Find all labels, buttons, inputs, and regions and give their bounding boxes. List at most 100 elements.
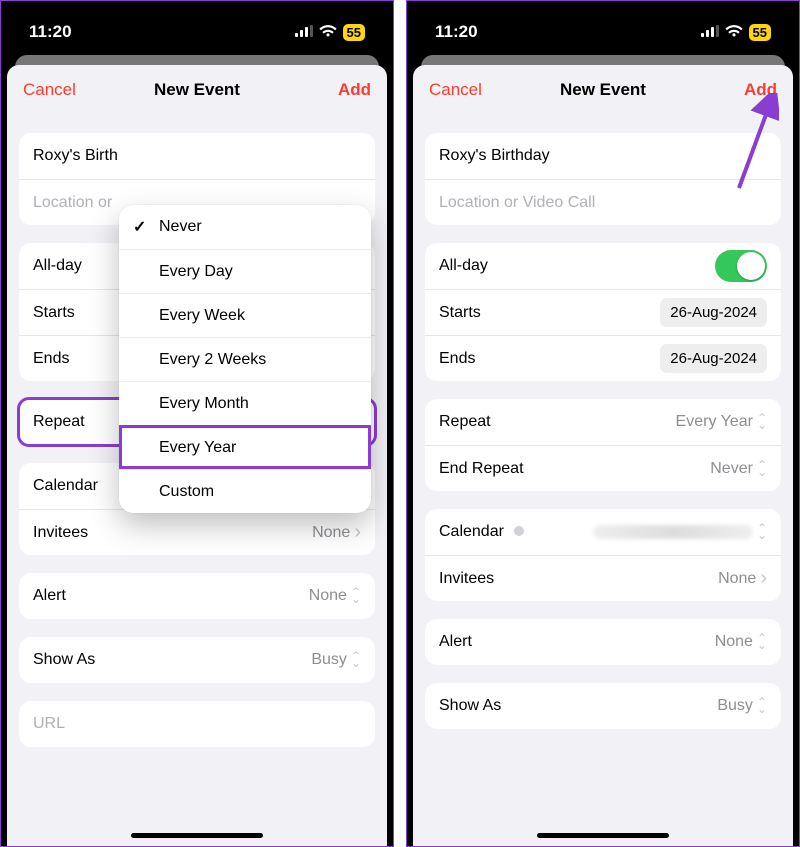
calendar-value: ⌃⌄ xyxy=(593,525,767,539)
event-title-text: Roxy's Birthday xyxy=(439,147,550,165)
updown-icon: ⌃⌄ xyxy=(351,589,361,603)
repeat-label: Repeat xyxy=(439,413,491,431)
repeat-option-every-week[interactable]: Every Week xyxy=(119,293,371,337)
battery-indicator: 55 xyxy=(343,24,365,41)
home-indicator[interactable] xyxy=(537,833,669,838)
event-title-field[interactable]: Roxy's Birth xyxy=(19,133,375,179)
ends-label: Ends xyxy=(439,350,475,368)
showas-group: Show As Busy ⌃⌄ xyxy=(425,683,781,729)
repeat-option-every-day[interactable]: Every Day xyxy=(119,249,371,293)
end-repeat-label: End Repeat xyxy=(439,460,524,478)
add-button[interactable]: Add xyxy=(338,80,371,100)
invitees-label: Invitees xyxy=(439,570,494,588)
starts-label: Starts xyxy=(33,304,75,322)
location-placeholder: Location or xyxy=(33,194,112,212)
status-time: 11:20 xyxy=(29,22,72,42)
status-indicators: 55 xyxy=(701,22,771,42)
signal-icon xyxy=(295,22,313,42)
event-title-text: Roxy's Birth xyxy=(33,147,118,165)
repeat-group: Repeat Every Year ⌃⌄ End Repeat Never ⌃⌄ xyxy=(425,399,781,491)
alert-value: None ⌃⌄ xyxy=(715,633,767,651)
ends-label: Ends xyxy=(33,350,69,368)
alert-value: None ⌃⌄ xyxy=(309,587,361,605)
alert-label: Alert xyxy=(439,633,472,651)
end-repeat-row[interactable]: End Repeat Never ⌃⌄ xyxy=(425,445,781,491)
alert-row[interactable]: Alert None ⌃⌄ xyxy=(19,573,375,619)
updown-icon: ⌃⌄ xyxy=(757,462,767,476)
invitees-row[interactable]: Invitees None › xyxy=(19,509,375,555)
url-placeholder: URL xyxy=(33,715,65,733)
title-location-group: Roxy's Birthday Location or Video Call xyxy=(425,133,781,225)
alert-label: Alert xyxy=(33,587,66,605)
invitees-label: Invitees xyxy=(33,524,88,542)
nav-bar: Cancel New Event Add xyxy=(7,65,387,115)
showas-label: Show As xyxy=(33,651,95,669)
starts-row[interactable]: Starts 26-Aug-2024 xyxy=(425,289,781,335)
signal-icon xyxy=(701,22,719,42)
showas-row[interactable]: Show As Busy ⌃⌄ xyxy=(19,637,375,683)
calendar-row[interactable]: Calendar ⌃⌄ xyxy=(425,509,781,555)
showas-row[interactable]: Show As Busy ⌃⌄ xyxy=(425,683,781,729)
home-indicator[interactable] xyxy=(131,833,263,838)
showas-group: Show As Busy ⌃⌄ xyxy=(19,637,375,683)
invitees-value: None › xyxy=(718,567,767,590)
repeat-option-every-month[interactable]: Every Month xyxy=(119,381,371,425)
calendar-label: Calendar xyxy=(439,523,530,541)
cancel-button[interactable]: Cancel xyxy=(23,80,76,100)
updown-icon: ⌃⌄ xyxy=(757,635,767,649)
end-date-chip[interactable]: 26-Aug-2024 xyxy=(660,344,767,373)
updown-icon: ⌃⌄ xyxy=(757,415,767,429)
url-group: URL xyxy=(19,701,375,747)
calendar-color-dot xyxy=(514,526,524,536)
phone-screenshot-right: 11:20 55 Cancel New Event Add xyxy=(406,0,800,847)
invitees-row[interactable]: Invitees None › xyxy=(425,555,781,601)
repeat-label: Repeat xyxy=(33,413,85,431)
location-placeholder: Location or Video Call xyxy=(439,194,595,212)
allday-row: All-day xyxy=(425,243,781,289)
form-content: Roxy's Birthday Location or Video Call A… xyxy=(413,133,793,729)
event-title-field[interactable]: Roxy's Birthday xyxy=(425,133,781,179)
repeat-value: Every Year ⌃⌄ xyxy=(676,413,767,431)
url-row[interactable]: URL xyxy=(19,701,375,747)
modal-sheet: Cancel New Event Add Roxy's Birth Locati… xyxy=(7,65,387,846)
redacted-calendar-name xyxy=(593,525,753,539)
repeat-row[interactable]: Repeat Every Year ⌃⌄ xyxy=(425,399,781,445)
battery-indicator: 55 xyxy=(749,24,771,41)
phone-screenshot-left: 11:20 55 Cancel New Event Add xyxy=(0,0,394,847)
start-date-chip[interactable]: 26-Aug-2024 xyxy=(660,298,767,327)
alert-row[interactable]: Alert None ⌃⌄ xyxy=(425,619,781,665)
end-repeat-value: Never ⌃⌄ xyxy=(710,460,767,478)
calendar-invitees-group: Calendar ⌃⌄ Invitees None › xyxy=(425,509,781,601)
status-bar: 11:20 55 xyxy=(1,1,393,55)
updown-icon: ⌃⌄ xyxy=(757,699,767,713)
repeat-option-every-2-weeks[interactable]: Every 2 Weeks xyxy=(119,337,371,381)
allday-toggle[interactable] xyxy=(715,250,767,282)
wifi-icon xyxy=(725,22,743,42)
chevron-right-icon: › xyxy=(354,521,361,544)
showas-value: Busy ⌃⌄ xyxy=(717,697,767,715)
form-content: Roxy's Birth Location or All-day Starts … xyxy=(7,133,387,747)
showas-label: Show As xyxy=(439,697,501,715)
updown-icon: ⌃⌄ xyxy=(757,525,767,539)
allday-label: All-day xyxy=(33,257,82,275)
repeat-option-every-year[interactable]: Every Year xyxy=(119,425,371,469)
allday-label: All-day xyxy=(439,257,488,275)
starts-label: Starts xyxy=(439,304,481,322)
chevron-right-icon: › xyxy=(760,567,767,590)
ends-row[interactable]: Ends 26-Aug-2024 xyxy=(425,335,781,381)
updown-icon: ⌃⌄ xyxy=(351,653,361,667)
calendar-label: Calendar xyxy=(33,477,98,495)
repeat-option-custom[interactable]: Custom xyxy=(119,469,371,513)
cancel-button[interactable]: Cancel xyxy=(429,80,482,100)
alert-group: Alert None ⌃⌄ xyxy=(19,573,375,619)
location-field[interactable]: Location or Video Call xyxy=(425,179,781,225)
annotation-arrow-icon xyxy=(729,93,779,193)
invitees-value: None › xyxy=(312,521,361,544)
status-bar: 11:20 55 xyxy=(407,1,799,55)
status-indicators: 55 xyxy=(295,22,365,42)
alert-group: Alert None ⌃⌄ xyxy=(425,619,781,665)
repeat-dropdown-menu: NeverEvery DayEvery WeekEvery 2 WeeksEve… xyxy=(119,205,371,513)
status-time: 11:20 xyxy=(435,22,478,42)
wifi-icon xyxy=(319,22,337,42)
repeat-option-never[interactable]: Never xyxy=(119,205,371,249)
